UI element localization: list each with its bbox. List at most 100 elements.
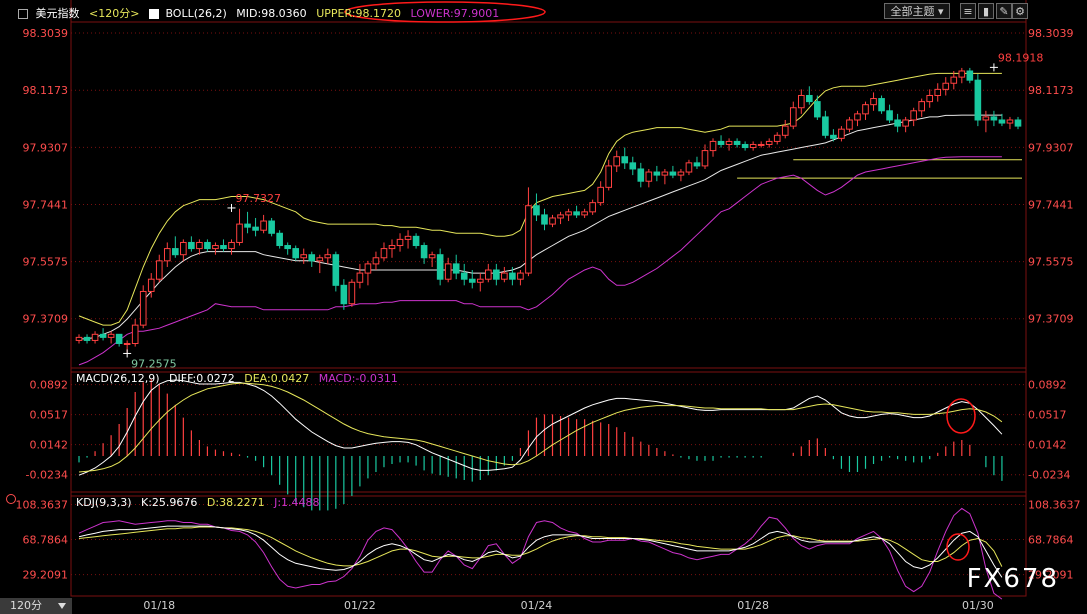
candle-body	[966, 70, 974, 81]
panel-settings-icon[interactable]	[6, 494, 16, 504]
candle-body	[613, 156, 621, 167]
candle-body	[428, 254, 436, 259]
main-panel-border	[70, 21, 1027, 369]
candle-body	[573, 211, 580, 216]
index-icon	[18, 9, 28, 19]
candle-body	[886, 110, 893, 121]
candle-body	[364, 263, 372, 274]
candle-body	[260, 220, 267, 231]
candle-body	[533, 205, 540, 216]
boll-mid-line	[79, 114, 1002, 340]
candle-body	[781, 125, 789, 136]
boll-upper: UPPER:98.1720	[316, 7, 401, 20]
candle-body	[316, 257, 324, 262]
candle-body	[557, 214, 564, 219]
candle-body	[685, 162, 693, 173]
candle-body	[846, 119, 853, 130]
candle-body	[115, 333, 123, 345]
chevron-down-icon: ▾	[934, 5, 944, 18]
kline-button[interactable]: ▮	[978, 3, 994, 19]
candle-body	[605, 165, 612, 188]
kdj-k: K:25.9676	[141, 496, 198, 509]
candle-body	[99, 333, 107, 338]
candle-body	[436, 254, 444, 280]
symbol-name: 美元指数	[35, 7, 80, 20]
boll-lower: LOWER:97.9001	[410, 7, 500, 20]
candle-body	[188, 241, 195, 250]
candle-body	[581, 211, 588, 216]
candle-body	[155, 260, 163, 280]
main-y-tick-left: 97.5575	[23, 256, 69, 269]
candle-body	[228, 241, 235, 250]
kdj-j-line	[78, 507, 1003, 600]
candle-body	[990, 116, 998, 121]
kdj-header: KDJ(9,3,3) K:25.9676 D:38.2271 J:1.4488	[76, 496, 326, 509]
candle-body	[75, 336, 83, 341]
candle-body	[862, 104, 869, 115]
theme-button-label: 全部主题	[890, 5, 935, 18]
main-y-tick-right: 97.5575	[1028, 256, 1074, 269]
period-tab-label: 120分	[10, 599, 42, 612]
candle-body	[942, 82, 950, 90]
candle-body	[196, 241, 203, 250]
candle-body	[91, 333, 99, 341]
kdj-label: KDJ(9,3,3)	[76, 496, 132, 509]
candle-body	[814, 101, 821, 118]
macd-header: MACD(26,12,9) DIFF:0.0272 DEA:0.0427 MAC…	[76, 372, 404, 385]
macd-value: MACD:-0.0311	[318, 372, 398, 385]
candle-body	[83, 336, 91, 341]
candle-body	[894, 119, 901, 127]
candle-body	[163, 248, 171, 262]
macd-y-tick-left: 0.0142	[30, 439, 69, 452]
candle-body	[653, 171, 661, 176]
main-y-tick-left: 98.3039	[23, 27, 69, 40]
extreme-label: 98.1918	[998, 51, 1044, 64]
theme-button[interactable]: 全部主题 ▾	[884, 3, 950, 19]
candle-body	[204, 241, 211, 250]
macd-dea: DEA:0.0427	[244, 372, 310, 385]
kline-icon: ▮	[982, 5, 990, 18]
main-y-tick-left: 97.3709	[23, 313, 69, 326]
highlight-circle	[946, 398, 976, 434]
draw-button[interactable]: ✎	[996, 3, 1012, 19]
period-tab[interactable]: 120分	[0, 598, 72, 614]
candle-body	[797, 94, 805, 109]
candle-body	[741, 143, 749, 149]
main-y-tick-left: 97.9307	[23, 141, 69, 154]
kdj-y-tick-right: 108.3637	[1028, 499, 1081, 512]
candle-body	[107, 333, 115, 338]
candle-body	[733, 140, 741, 145]
candle-body	[661, 171, 669, 176]
candle-body	[677, 171, 685, 176]
period-label[interactable]: <120分>	[89, 7, 139, 20]
candle-body	[717, 140, 725, 145]
candle-body	[621, 156, 629, 164]
candle-body	[902, 119, 909, 127]
candle-body	[757, 143, 765, 146]
boll-mid: MID:98.0360	[236, 7, 307, 20]
x-tick-label: 01/24	[521, 599, 553, 612]
candle-body	[180, 241, 187, 256]
candle-body	[404, 235, 412, 240]
candle-body	[123, 343, 131, 346]
macd-dea-line	[78, 382, 1003, 473]
candle-body	[773, 134, 781, 142]
main-header: 美元指数 <120分> BOLL(26,2) MID:98.0360 UPPER…	[18, 5, 505, 21]
kdj-y-tick-left: 68.7864	[23, 534, 69, 547]
candle-body	[870, 98, 877, 106]
candle-body	[910, 110, 917, 121]
kdj-d: D:38.2271	[206, 496, 265, 509]
x-tick-label: 01/22	[344, 599, 376, 612]
settings-button[interactable]: ⚙	[1012, 3, 1028, 19]
candle-body	[212, 245, 219, 250]
candle-body	[468, 278, 476, 283]
candle-body	[493, 269, 500, 280]
menu-button[interactable]: ≡	[960, 3, 976, 19]
candle-body	[292, 248, 300, 259]
candle-body	[147, 278, 155, 292]
macd-panel-border	[70, 371, 1027, 493]
candle-body	[268, 220, 275, 234]
candle-body	[565, 211, 572, 216]
candle-body	[244, 223, 251, 228]
candle-body	[517, 272, 524, 280]
